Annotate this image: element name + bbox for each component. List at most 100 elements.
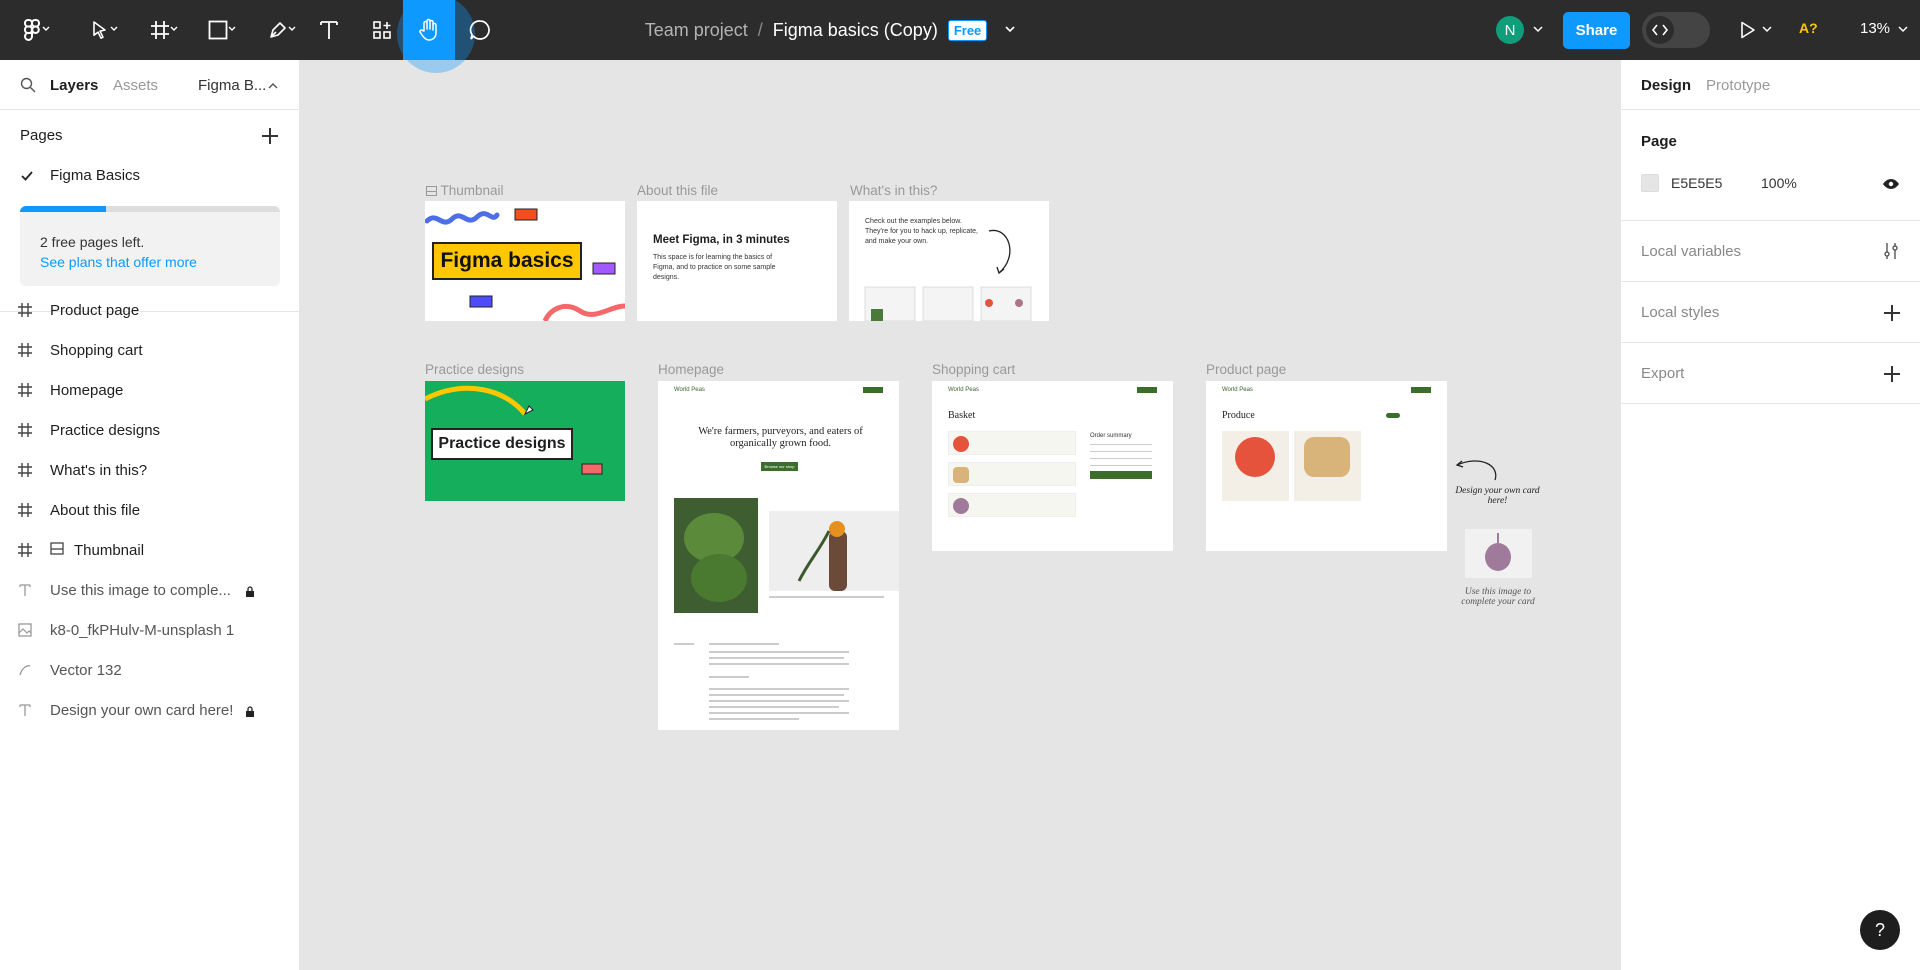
background-opacity-value[interactable]: 100% — [1761, 175, 1797, 191]
frame-cart[interactable]: World Peas Basket Order summary — [932, 381, 1173, 551]
background-color-value[interactable]: E5E5E5 — [1671, 175, 1722, 191]
chevron-down-icon[interactable] — [1762, 26, 1772, 33]
cart-nav-button — [1137, 387, 1157, 393]
file-name[interactable]: Figma basics (Copy) — [773, 20, 938, 41]
move-tool[interactable] — [80, 0, 120, 60]
lock-icon[interactable] — [245, 704, 255, 717]
cart-checkout-button — [1090, 471, 1152, 479]
homepage-greens-image — [674, 498, 758, 613]
file-menu-chevron-icon[interactable] — [1005, 26, 1015, 34]
layer-item[interactable]: What's in this? — [0, 450, 300, 490]
frame-label-about[interactable]: About this file — [637, 183, 718, 198]
thumbnail-title: Figma basics — [440, 249, 574, 272]
layer-item[interactable]: Shopping cart — [0, 330, 300, 370]
left-panel: Layers Assets Figma B... Pages Figma Bas… — [0, 60, 300, 970]
export-section[interactable]: Export — [1621, 343, 1920, 404]
frame-homepage[interactable]: World Peas We're farmers, purveyors, and… — [658, 381, 899, 730]
chevron-down-icon[interactable] — [1533, 26, 1543, 33]
layer-item[interactable]: Use this image to comple... — [0, 570, 300, 610]
page-item-figma-basics[interactable]: Figma Basics — [50, 167, 140, 184]
frame-label-cart[interactable]: Shopping cart — [932, 362, 1015, 377]
lock-icon[interactable] — [245, 584, 255, 597]
layer-label: What's in this? — [50, 461, 148, 479]
text-tool[interactable] — [313, 0, 345, 60]
accessibility-check[interactable]: A? — [1799, 20, 1818, 36]
frame-practice[interactable]: Practice designs — [425, 381, 625, 501]
help-button[interactable]: ? — [1860, 910, 1900, 950]
color-swatch[interactable] — [1641, 174, 1659, 192]
components-icon — [373, 21, 391, 39]
main-menu-button[interactable] — [14, 0, 50, 60]
thumbnail-icon — [50, 541, 64, 559]
resources-tool[interactable] — [364, 0, 400, 60]
frame-label-thumbnail-text: Thumbnail — [440, 183, 504, 198]
layer-item[interactable]: Product page — [0, 290, 300, 330]
figma-logo-icon — [24, 19, 40, 41]
local-styles-label: Local styles — [1641, 304, 1720, 321]
layer-item[interactable]: Homepage — [0, 370, 300, 410]
tab-prototype[interactable]: Prototype — [1706, 77, 1770, 94]
add-style-icon[interactable] — [1883, 304, 1901, 322]
chevron-up-icon[interactable] — [268, 82, 278, 89]
frame-tool[interactable] — [140, 0, 180, 60]
product-card — [1222, 431, 1289, 501]
add-export-icon[interactable] — [1883, 365, 1901, 383]
frame-label-homepage[interactable]: Homepage — [658, 362, 724, 377]
frame-whats-in[interactable]: Check out the examples below. They're fo… — [849, 201, 1049, 321]
file-name-tab[interactable]: Figma B... — [198, 77, 266, 94]
homepage-nav-button — [863, 387, 883, 393]
zoom-level[interactable]: 13% — [1860, 20, 1890, 37]
layer-label: Practice designs — [50, 421, 161, 439]
layer-item[interactable]: Vector 132 — [0, 650, 300, 690]
chevron-down-icon[interactable] — [1898, 26, 1908, 33]
see-plans-link[interactable]: See plans that offer more — [40, 254, 197, 270]
product-brand: World Peas — [1222, 387, 1253, 393]
layer-item[interactable]: k8-0_fkPHulv-M-unsplash 1 — [0, 610, 300, 650]
local-variables-section[interactable]: Local variables — [1621, 221, 1920, 282]
local-styles-section[interactable]: Local styles — [1621, 282, 1920, 343]
toolbar: Team project / Figma basics (Copy) Free … — [0, 0, 1920, 73]
note-design-card[interactable]: Design your own card here! — [1455, 486, 1540, 506]
share-button[interactable]: Share — [1563, 12, 1630, 49]
frame-product[interactable]: World Peas Produce — [1206, 381, 1447, 551]
about-heading: Meet Figma, in 3 minutes — [653, 234, 790, 246]
project-name[interactable]: Team project — [645, 20, 748, 41]
thumbnail-icon — [426, 186, 437, 196]
breadcrumb-separator: / — [757, 19, 763, 40]
frame-label-practice[interactable]: Practice designs — [425, 362, 524, 377]
layer-item[interactable]: About this file — [0, 490, 300, 530]
pen-tool[interactable] — [258, 0, 298, 60]
tab-layers[interactable]: Layers — [50, 77, 98, 94]
cart-item — [948, 462, 1076, 486]
frame-thumbnail[interactable]: Figma basics — [425, 201, 625, 321]
onion-image[interactable] — [1465, 529, 1532, 578]
layer-label: Thumbnail — [74, 541, 145, 559]
layer-item[interactable]: Practice designs — [0, 410, 300, 450]
frame-icon — [0, 383, 50, 397]
frame-label-product[interactable]: Product page — [1206, 362, 1286, 377]
frame-icon — [0, 543, 50, 557]
layer-label: Shopping cart — [50, 341, 143, 359]
eye-icon[interactable] — [1882, 178, 1900, 190]
tab-assets[interactable]: Assets — [113, 77, 158, 94]
layer-item[interactable]: Thumbnail — [0, 530, 300, 570]
curved-arrow-icon — [1455, 460, 1497, 481]
homepage-headline: We're farmers, purveyors, and eaters of … — [698, 426, 863, 449]
present-icon[interactable] — [1740, 21, 1756, 39]
variables-icon[interactable] — [1883, 242, 1899, 260]
text-icon — [0, 583, 50, 597]
frame-label-thumbnail[interactable]: Thumbnail — [426, 183, 504, 198]
comment-tool[interactable] — [463, 0, 497, 60]
tab-design[interactable]: Design — [1641, 77, 1691, 94]
dev-mode-toggle[interactable] — [1642, 12, 1710, 48]
image-icon — [0, 623, 50, 637]
search-icon[interactable] — [20, 77, 36, 93]
avatar[interactable]: N — [1496, 16, 1524, 44]
frame-about[interactable]: Meet Figma, in 3 minutes This space is f… — [637, 201, 837, 321]
layer-item[interactable]: Design your own card here! — [0, 690, 300, 730]
frame-label-whats-in[interactable]: What's in this? — [850, 183, 937, 198]
note-use-image[interactable]: Use this image to complete your card — [1458, 587, 1538, 607]
add-page-icon[interactable] — [261, 127, 279, 145]
shape-tool[interactable] — [198, 0, 238, 60]
hand-tool[interactable] — [403, 0, 455, 60]
